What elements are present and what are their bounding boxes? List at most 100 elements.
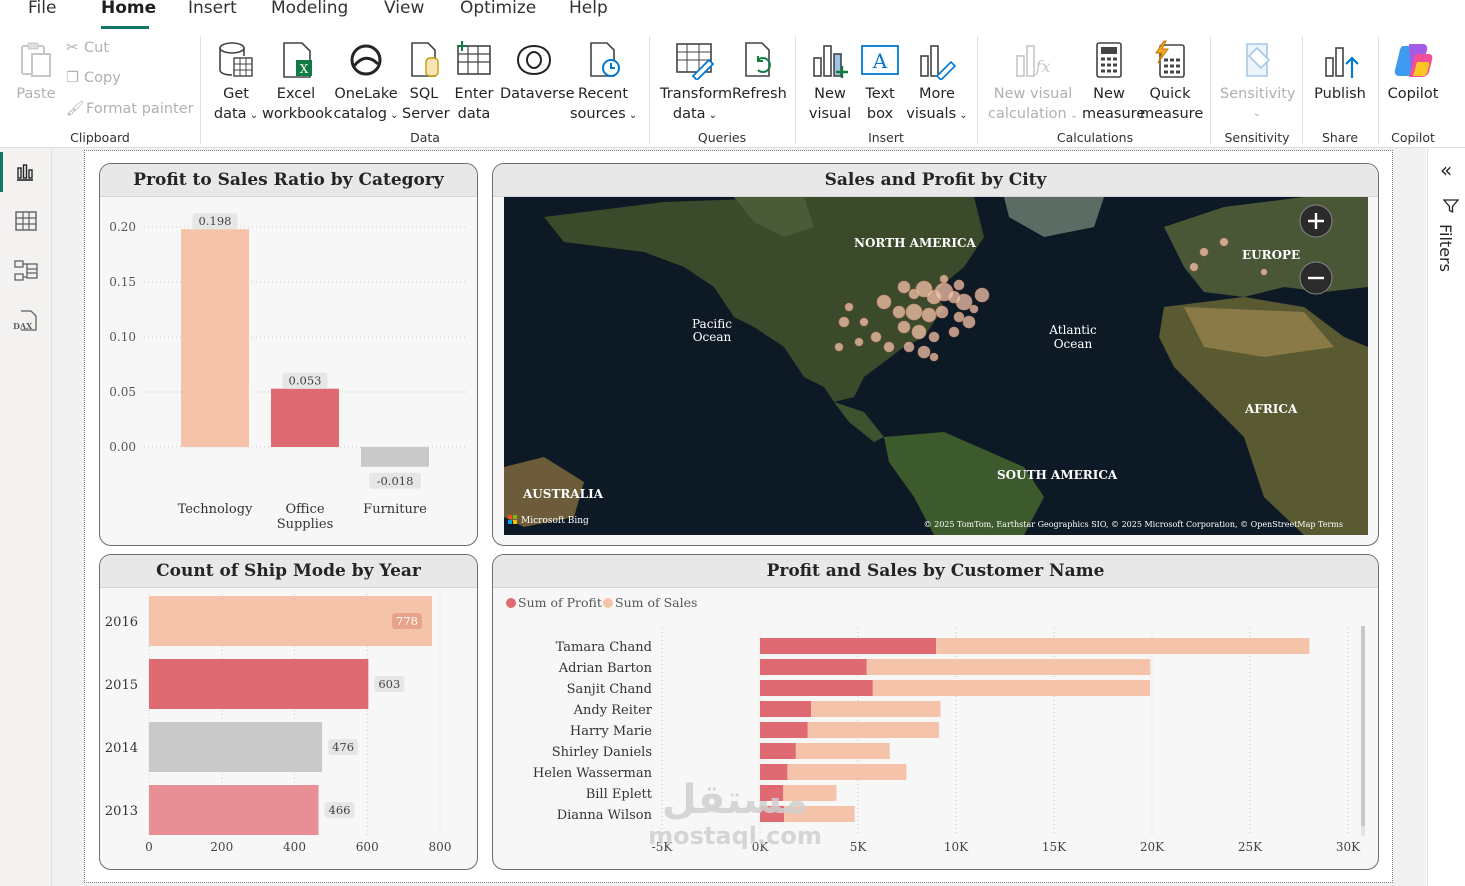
group-sensitivity-label: Sensitivity — [1224, 130, 1290, 145]
left-view-nav: DAX — [0, 148, 52, 886]
excel-icon: X — [283, 42, 312, 78]
bar — [271, 388, 339, 447]
group-clipboard-label: Clipboard — [70, 130, 130, 145]
new-visual-calculation-button[interactable]: fx New visual calculation ⌄ — [988, 40, 1078, 126]
menu-home[interactable]: Home — [101, 0, 156, 18]
more-visuals-icon — [920, 45, 957, 80]
ship-mode-chart-visual[interactable]: Count of Ship Mode by Year 0 200 400 600 800… — [99, 554, 478, 870]
quick-measure-label-2: measure — [1140, 106, 1204, 122]
dataverse-button[interactable]: Dataverse — [500, 40, 575, 104]
new-measure-button[interactable]: New measure — [1082, 40, 1145, 124]
format-painter-label: Format painter — [86, 101, 194, 117]
legend-marker — [603, 598, 613, 608]
map-title: Sales and Profit by City — [493, 164, 1378, 197]
ribbon: Paste ✂ Cut ❐ Copy 🖌 Format painter Clipboa… — [0, 30, 1465, 148]
text-box-button[interactable]: A Text box — [858, 40, 902, 124]
watermark: مستقل mostaql.com — [640, 778, 830, 850]
menu-view[interactable]: View — [384, 0, 424, 18]
transform-label-1: Transform — [660, 86, 733, 102]
publish-label: Publish — [1314, 86, 1366, 102]
sensitivity-button[interactable]: Sensitivity ⌄ — [1220, 40, 1296, 124]
onelake-catalog-button[interactable]: OneLake catalog ⌄ — [332, 40, 400, 126]
paste-button[interactable]: Paste — [14, 40, 58, 104]
map-label-africa: AFRICA — [1244, 402, 1298, 416]
transform-data-button[interactable]: Transform data ⌄ — [660, 40, 733, 126]
y-tick-label: 0.10 — [109, 330, 136, 344]
world-map[interactable]: NORTH AMERICA EUROPE Pacific Ocean Atlan… — [504, 197, 1368, 535]
bar — [149, 659, 369, 709]
database-icon — [219, 42, 253, 77]
x-tick-label: Technology — [178, 502, 254, 517]
new-visual-calc-label-1: New visual — [993, 86, 1073, 102]
copilot-icon — [1394, 44, 1433, 77]
ratio-chart-title: Profit to Sales Ratio by Category — [100, 164, 477, 197]
bar-segment — [807, 722, 940, 738]
filters-label[interactable]: Filters — [1436, 224, 1455, 272]
bar-segment — [760, 659, 867, 675]
publish-button[interactable]: Publish — [1310, 40, 1370, 104]
menu-file[interactable]: File — [28, 0, 56, 18]
watermark-latin: mostaql.com — [648, 822, 822, 850]
table-view-icon[interactable] — [15, 211, 37, 231]
menu-insert[interactable]: Insert — [188, 0, 237, 18]
recent-sources-button[interactable]: Recent sources ⌄ — [570, 40, 637, 126]
quick-measure-label-1: Quick — [1149, 86, 1191, 102]
refresh-icon — [745, 42, 771, 77]
cut-button[interactable]: ✂ Cut — [66, 40, 109, 56]
sql-server-button[interactable]: SQL Server — [402, 40, 450, 124]
ratio-chart-plot: 0.20 0.15 0.10 0.05 0.00 0.198 Technology 0.053… — [109, 213, 468, 532]
text-box-icon: A — [861, 45, 899, 75]
bar-segment — [760, 638, 937, 654]
refresh-button[interactable]: Refresh — [732, 40, 787, 104]
chevron-down-icon: ⌄ — [1252, 108, 1262, 119]
get-data-button[interactable]: Get data ⌄ — [212, 40, 260, 126]
zoom-out-button[interactable] — [1299, 261, 1333, 295]
bing-label: Microsoft Bing — [521, 516, 589, 526]
svg-text:A: A — [872, 49, 888, 73]
y-tick-label: 0.00 — [109, 440, 136, 454]
dataverse-label: Dataverse — [500, 86, 575, 102]
copilot-button[interactable]: Copilot — [1386, 40, 1440, 104]
sensitivity-icon — [1246, 43, 1271, 77]
customer-chart-visual[interactable]: Profit and Sales by Customer Name Sum of… — [492, 554, 1379, 870]
new-visual-button[interactable]: New visual — [808, 40, 852, 124]
menu-help[interactable]: Help — [569, 0, 608, 18]
x-tick-label: 10K — [944, 840, 969, 854]
data-label: 476 — [332, 740, 354, 754]
group-separator — [1302, 36, 1303, 144]
quick-measure-button[interactable]: Quick measure — [1140, 40, 1204, 124]
brush-icon: 🖌 — [66, 101, 85, 117]
copilot-label: Copilot — [1387, 86, 1439, 102]
y-tick-label: 2015 — [105, 678, 138, 693]
model-view-icon[interactable] — [14, 260, 38, 282]
enter-data-button[interactable]: Enter data — [452, 40, 496, 124]
group-insert-label: Insert — [868, 130, 904, 145]
x-tick-label: Supplies — [277, 517, 334, 532]
x-tick-label: 30K — [1336, 840, 1361, 854]
group-separator — [1378, 36, 1379, 144]
dax-query-view-icon[interactable]: DAX — [13, 310, 37, 332]
group-copilot-label: Copilot — [1391, 130, 1435, 145]
bar-segment — [795, 743, 890, 759]
calculator-icon — [1096, 42, 1122, 78]
excel-workbook-button[interactable]: X Excel workbook — [262, 40, 332, 124]
svg-text:DAX: DAX — [13, 321, 33, 331]
more-visuals-button[interactable]: More visuals ⌄ — [906, 40, 968, 126]
bar-segment — [872, 680, 1151, 696]
menu-optimize[interactable]: Optimize — [460, 0, 536, 18]
y-tick-label: Andy Reiter — [573, 703, 653, 718]
cut-label: Cut — [84, 40, 109, 56]
expand-pane-icon[interactable]: « — [1440, 158, 1452, 182]
group-separator — [795, 36, 796, 144]
map-visual[interactable]: Sales and Profit by City NORTH AMERICA E… — [492, 163, 1379, 546]
format-painter-button[interactable]: 🖌 Format painter — [66, 100, 194, 117]
sensitivity-label: Sensitivity — [1220, 86, 1296, 102]
copy-button[interactable]: ❐ Copy — [66, 70, 121, 86]
report-view-icon[interactable] — [15, 162, 35, 182]
data-label: 466 — [329, 803, 351, 817]
zoom-in-button[interactable] — [1299, 204, 1333, 238]
transform-label-2: data — [672, 106, 706, 122]
ratio-chart-visual[interactable]: Profit to Sales Ratio by Category 0.20 0.… — [99, 163, 478, 546]
menu-modeling[interactable]: Modeling — [271, 0, 348, 18]
new-measure-label-1: New — [1093, 86, 1125, 102]
